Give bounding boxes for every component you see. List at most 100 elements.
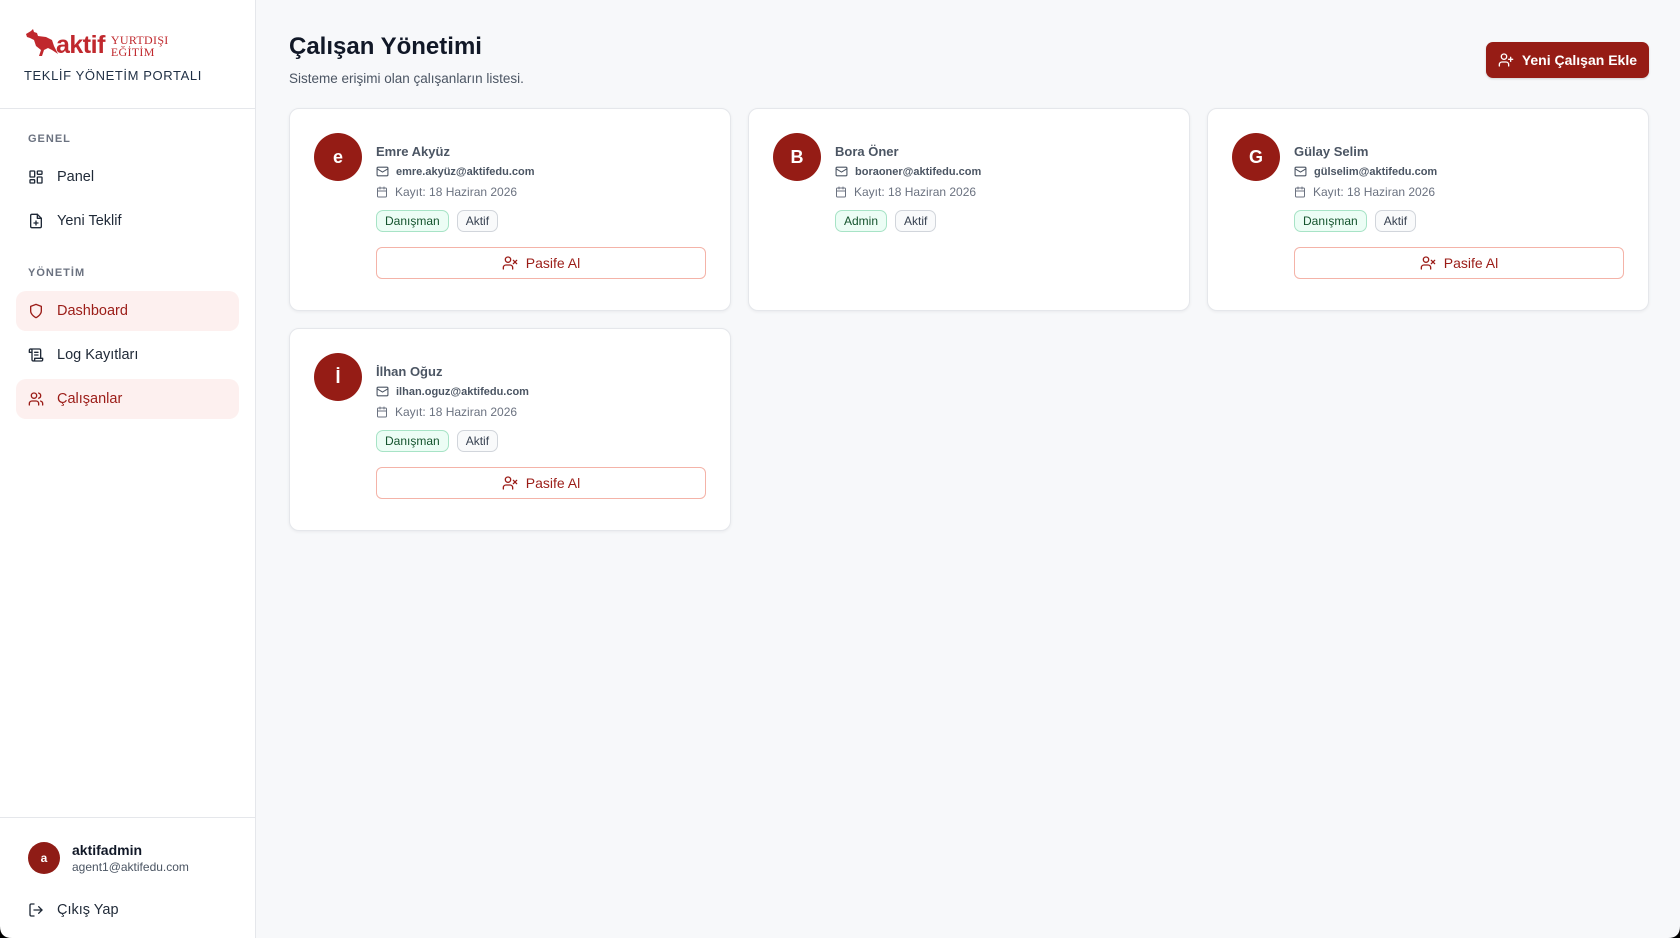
- mail-icon: [1294, 166, 1307, 177]
- brand-logo[interactable]: aktif YURTDIŞI EĞİTİM: [24, 24, 231, 58]
- deactivate-button[interactable]: Pasife Al: [1294, 247, 1624, 279]
- role-badge: Danışman: [376, 210, 449, 232]
- employee-date: Kayıt: 18 Haziran 2026: [395, 405, 518, 419]
- employee-card: e Emre Akyüz emre.akyüz@aktifedu.com Kay…: [289, 108, 731, 311]
- nav-section-genel: GENEL: [28, 133, 71, 145]
- deactivate-label: Pasife Al: [1443, 255, 1499, 271]
- file-plus-icon: [30, 213, 42, 229]
- user-info: aktifadmin agent1@aktifedu.com: [72, 842, 189, 874]
- logout-button[interactable]: Çıkış Yap: [28, 902, 227, 918]
- app-root: aktif YURTDIŞI EĞİTİM TEKLİF YÖNETİM POR…: [0, 0, 1680, 938]
- page-subtitle: Sisteme erişimi olan çalışanların listes…: [289, 71, 524, 86]
- nav-section-yonetim: YÖNETİM: [28, 267, 86, 279]
- employee-name: Gülay Selim: [1294, 144, 1369, 159]
- brand: aktif YURTDIŞI EĞİTİM TEKLİF YÖNETİM POR…: [0, 0, 255, 109]
- employee-card: G Gülay Selim gülselim@aktifedu.com Kayı…: [1207, 108, 1649, 311]
- employee-badges: Admin Aktif: [835, 210, 1165, 232]
- sidebar-item-yeni-teklif[interactable]: Yeni Teklif: [16, 201, 239, 241]
- employee-badges: Danışman Aktif: [376, 430, 706, 452]
- main-content: Çalışan Yönetimi Sisteme erişimi olan ça…: [256, 0, 1680, 938]
- user-x-icon: [502, 256, 518, 270]
- sidebar-item-log-kayitlari[interactable]: Log Kayıtları: [16, 335, 239, 375]
- employee-card: B Bora Öner boraoner@aktifedu.com Kayıt:…: [748, 108, 1190, 311]
- role-badge: Admin: [835, 210, 888, 232]
- shield-icon: [30, 303, 42, 319]
- employee-avatar: e: [314, 133, 362, 181]
- calendar-icon: [377, 406, 387, 418]
- deactivate-label: Pasife Al: [525, 475, 581, 491]
- logout-icon: [29, 903, 43, 917]
- logout-label: Çıkış Yap: [57, 902, 119, 918]
- page-heading: Çalışan Yönetimi Sisteme erişimi olan ça…: [289, 32, 524, 86]
- employee-info: İlhan Oğuz ilhan.oguz@aktifedu.com Kayıt…: [376, 353, 706, 506]
- employee-badges: Danışman Aktif: [376, 210, 706, 232]
- employee-avatar: G: [1232, 133, 1280, 181]
- employee-name: Emre Akyüz: [376, 144, 450, 159]
- add-employee-label: Yeni Çalışan Ekle: [1521, 52, 1637, 68]
- user-name: aktifadmin: [72, 842, 143, 858]
- role-badge: Danışman: [376, 430, 449, 452]
- page-title: Çalışan Yönetimi: [289, 33, 482, 60]
- grid-icon: [29, 170, 43, 184]
- sidebar-item-label: Dashboard: [57, 303, 128, 319]
- employee-info: Gülay Selim gülselim@aktifedu.com Kayıt:…: [1294, 133, 1624, 286]
- status-badge: Aktif: [456, 430, 499, 452]
- calendar-icon: [1295, 186, 1305, 198]
- sidebar-item-panel[interactable]: Panel: [16, 157, 239, 197]
- employee-badges: Danışman Aktif: [1294, 210, 1624, 232]
- calendar-icon: [377, 186, 387, 198]
- page-header: Çalışan Yönetimi Sisteme erişimi olan ça…: [289, 32, 1649, 86]
- mail-icon: [376, 386, 389, 397]
- employee-date-row: Kayıt: 18 Haziran 2026: [376, 185, 706, 199]
- avatar: a: [28, 842, 60, 874]
- sidebar: aktif YURTDIŞI EĞİTİM TEKLİF YÖNETİM POR…: [0, 0, 256, 938]
- employee-date-row: Kayıt: 18 Haziran 2026: [1294, 185, 1624, 199]
- deactivate-button[interactable]: Pasife Al: [376, 467, 706, 499]
- user-email: agent1@aktifedu.com: [72, 860, 189, 874]
- employee-card: İ İlhan Oğuz ilhan.oguz@aktifedu.com Kay…: [289, 328, 731, 531]
- status-badge: Aktif: [1374, 210, 1417, 232]
- logo-right-bottom: EĞİTİM: [110, 45, 155, 59]
- deactivate-label: Pasife Al: [525, 255, 581, 271]
- employee-email: emre.akyüz@aktifedu.com: [396, 165, 535, 178]
- employee-avatar: B: [773, 133, 821, 181]
- employee-email-row: ilhan.oguz@aktifedu.com: [376, 385, 706, 398]
- logo-right: YURTDIŞI EĞİTİM: [111, 34, 169, 58]
- add-employee-button[interactable]: Yeni Çalışan Ekle: [1485, 42, 1649, 78]
- employee-avatar: İ: [314, 353, 362, 401]
- employee-date-row: Kayıt: 18 Haziran 2026: [376, 405, 706, 419]
- employee-name: Bora Öner: [835, 144, 899, 159]
- sidebar-item-label: Çalışanlar: [57, 391, 123, 407]
- employee-email-row: boraoner@aktifedu.com: [835, 165, 1165, 178]
- employee-date: Kayıt: 18 Haziran 2026: [854, 185, 977, 199]
- mail-icon: [376, 166, 389, 177]
- employee-email: boraoner@aktifedu.com: [855, 165, 982, 178]
- user-x-icon: [1420, 256, 1436, 270]
- scroll-icon: [28, 348, 44, 362]
- mail-icon: [835, 166, 848, 177]
- sidebar-item-label: Yeni Teklif: [57, 213, 122, 229]
- sidebar-item-label: Panel: [57, 169, 95, 185]
- employee-email: gülselim@aktifedu.com: [1314, 165, 1438, 178]
- calendar-icon: [836, 186, 846, 198]
- portal-name: TEKLİF YÖNETİM PORTALI: [24, 68, 202, 83]
- status-badge: Aktif: [895, 210, 937, 232]
- employee-email-row: emre.akyüz@aktifedu.com: [376, 165, 706, 178]
- employee-email: ilhan.oguz@aktifedu.com: [396, 385, 529, 398]
- sidebar-nav: GENEL Panel Yeni Teklif YÖNETİM Dashboar…: [0, 109, 255, 817]
- employee-date: Kayıt: 18 Haziran 2026: [395, 185, 518, 199]
- employee-email-row: gülselim@aktifedu.com: [1294, 165, 1624, 178]
- employee-date: Kayıt: 18 Haziran 2026: [1313, 185, 1436, 199]
- sidebar-item-dashboard[interactable]: Dashboard: [16, 291, 239, 331]
- deactivate-button[interactable]: Pasife Al: [376, 247, 706, 279]
- user-plus-icon: [1498, 53, 1514, 67]
- logo-word: aktif: [56, 31, 105, 59]
- employee-info: Bora Öner boraoner@aktifedu.com Kayıt: 1…: [835, 133, 1165, 286]
- current-user[interactable]: a aktifadmin agent1@aktifedu.com: [28, 842, 227, 874]
- employee-date-row: Kayıt: 18 Haziran 2026: [835, 185, 1165, 199]
- sidebar-item-calisanlar[interactable]: Çalışanlar: [16, 379, 239, 419]
- employee-name: İlhan Oğuz: [376, 364, 443, 379]
- users-icon: [28, 392, 44, 406]
- employee-grid: e Emre Akyüz emre.akyüz@aktifedu.com Kay…: [289, 108, 1649, 531]
- status-badge: Aktif: [456, 210, 499, 232]
